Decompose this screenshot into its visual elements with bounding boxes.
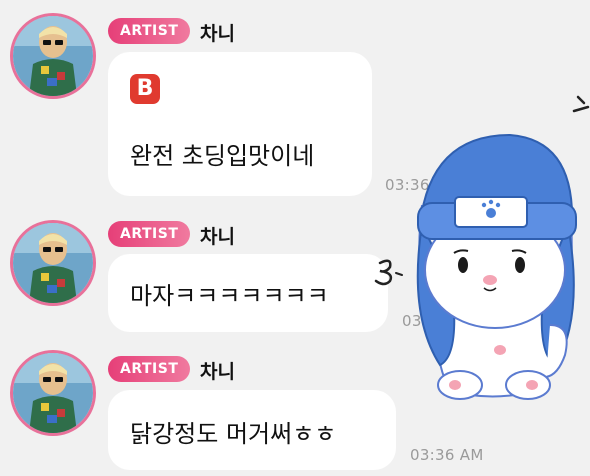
avatar-photo (13, 223, 93, 303)
b-button-icon: B (130, 74, 160, 104)
artist-badge: ARTIST (108, 18, 191, 44)
artist-avatar[interactable] (10, 13, 96, 99)
emoji-b: B (130, 74, 350, 104)
sender-name: 차니 (200, 226, 235, 248)
artist-badge: ARTIST (108, 221, 191, 247)
sender-name: 차니 (200, 23, 235, 45)
message-bubble[interactable]: 마자ㅋㅋㅋㅋㅋㅋㅋ (108, 254, 388, 332)
message-bubble[interactable]: 닭강정도 머거써ㅎㅎ (108, 390, 396, 470)
avatar-photo (13, 353, 93, 433)
artist-avatar[interactable] (10, 220, 96, 306)
sender-name: 차니 (200, 361, 235, 383)
message-text: 마자ㅋㅋㅋㅋㅋㅋㅋ (130, 282, 329, 310)
avatar-photo (13, 16, 93, 96)
artist-badge: ARTIST (108, 356, 191, 382)
message-text: 닭강정도 머거써ㅎㅎ (130, 420, 337, 448)
cat-sticker (360, 85, 590, 415)
message-timestamp: 03:36 AM (410, 446, 484, 464)
artist-avatar[interactable] (10, 350, 96, 436)
message-text: 완전 초딩입맛이네 (130, 142, 315, 170)
cat-with-blue-beanie-icon (374, 95, 590, 400)
message-bubble[interactable]: B 완전 초딩입맛이네 (108, 52, 372, 196)
